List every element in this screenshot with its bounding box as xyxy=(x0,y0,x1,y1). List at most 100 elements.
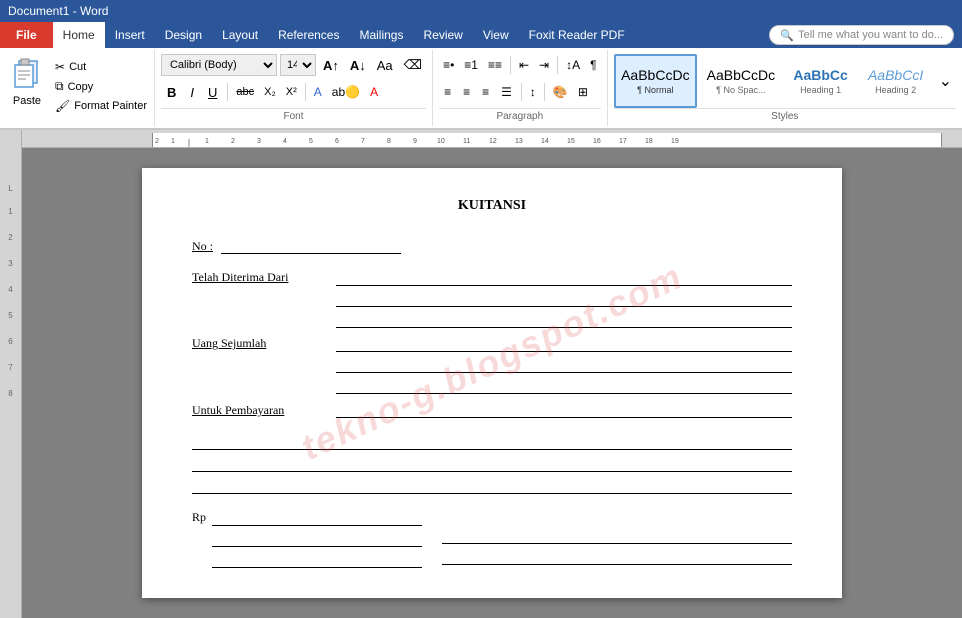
styles-row: AaBbCcDc ¶ Normal AaBbCcDc ¶ No Spac... … xyxy=(614,54,956,108)
svg-text:3: 3 xyxy=(257,138,261,145)
svg-text:1: 1 xyxy=(171,138,175,145)
cut-button[interactable]: ✂ Cut xyxy=(52,58,150,76)
strikethrough-button[interactable]: abc xyxy=(232,81,258,103)
style-h2-preview: AaBbCcI xyxy=(868,67,923,84)
font-row-1: Calibri (Body) 14 A↑ A↓ Aa ⌫ xyxy=(161,54,426,76)
ruler-mark-4: 4 xyxy=(8,276,12,302)
sort-button[interactable]: ↕A xyxy=(562,54,584,76)
svg-text:1: 1 xyxy=(205,138,209,145)
underline-button[interactable]: U xyxy=(202,81,223,103)
diterima-line-1 xyxy=(336,270,792,286)
style-h1-label: Heading 1 xyxy=(800,85,841,95)
bullets-button[interactable]: ≡• xyxy=(439,54,458,76)
menu-item-insert[interactable]: Insert xyxy=(105,22,155,48)
rp-lines xyxy=(212,510,422,568)
search-icon: 🔍 xyxy=(780,29,794,42)
svg-text:14: 14 xyxy=(541,138,549,145)
untuk-label: Untuk Pembayaran xyxy=(192,403,332,418)
italic-button[interactable]: I xyxy=(184,81,200,103)
menu-item-design[interactable]: Design xyxy=(155,22,212,48)
para-separator-1 xyxy=(510,56,511,74)
tell-me-text: Tell me what you want to do... xyxy=(798,29,943,41)
ruler-mark-l: L xyxy=(8,178,12,198)
diterima-line-2 xyxy=(336,291,792,307)
format-painter-button[interactable]: 🖌 Format Painter xyxy=(52,97,150,115)
menu-item-layout[interactable]: Layout xyxy=(212,22,268,48)
align-right-button[interactable]: ≡ xyxy=(477,81,494,103)
paragraph-group: ≡• ≡1 ≡≡ ⇤ ⇥ ↕A ¶ ≡ ≡ ≡ ☰ ↕ 🎨 ⊞ xyxy=(433,50,608,126)
menu-item-review[interactable]: Review xyxy=(413,22,472,48)
style-nospace-label: ¶ No Spac... xyxy=(716,85,765,95)
shading-button[interactable]: 🎨 xyxy=(549,81,572,103)
superscript-button[interactable]: X² xyxy=(282,81,301,103)
show-formatting-button[interactable]: ¶ xyxy=(586,54,600,76)
decrease-indent-button[interactable]: ⇤ xyxy=(515,54,533,76)
page-container: tekno-g.blogspot.com KUITANSI No : Telah… xyxy=(22,148,962,618)
tell-me-bar[interactable]: 🔍 Tell me what you want to do... xyxy=(769,25,954,45)
borders-button[interactable]: ⊞ xyxy=(574,81,592,103)
copy-button[interactable]: ⧉ Copy xyxy=(52,77,150,96)
multilevel-button[interactable]: ≡≡ xyxy=(484,54,506,76)
subscript-button[interactable]: X₂ xyxy=(260,81,280,103)
left-ruler: L 1 2 3 4 5 6 7 8 xyxy=(0,148,22,618)
style-no-spacing[interactable]: AaBbCcDc ¶ No Spac... xyxy=(700,54,782,108)
diterima-line-3 xyxy=(336,312,792,328)
cut-label: Cut xyxy=(69,61,86,73)
para-separator-4 xyxy=(544,83,545,101)
numbering-button[interactable]: ≡1 xyxy=(460,54,482,76)
menu-item-foxit[interactable]: Foxit Reader PDF xyxy=(519,22,635,48)
rp-line-1 xyxy=(212,510,422,526)
ruler-mark-5: 5 xyxy=(8,302,12,328)
style-normal-preview: AaBbCcDc xyxy=(621,67,689,84)
paragraph-row-2: ≡ ≡ ≡ ☰ ↕ 🎨 ⊞ xyxy=(439,81,601,103)
cut-icon: ✂ xyxy=(55,60,65,74)
paragraph-row-1: ≡• ≡1 ≡≡ ⇤ ⇥ ↕A ¶ xyxy=(439,54,601,76)
svg-text:17: 17 xyxy=(619,138,627,145)
ruler-mark-6: 6 xyxy=(8,328,12,354)
increase-indent-button[interactable]: ⇥ xyxy=(535,54,553,76)
styles-more-button[interactable]: ⌄ xyxy=(935,54,956,108)
menu-item-view[interactable]: View xyxy=(473,22,519,48)
align-left-button[interactable]: ≡ xyxy=(439,81,456,103)
text-effects-button[interactable]: A xyxy=(310,81,326,103)
svg-text:6: 6 xyxy=(335,138,339,145)
extra-lines-section xyxy=(192,434,792,494)
menu-item-home[interactable]: Home xyxy=(53,22,105,48)
font-group: Calibri (Body) 14 A↑ A↓ Aa ⌫ B I U abc X… xyxy=(155,50,433,126)
justify-button[interactable]: ☰ xyxy=(496,81,517,103)
rp-label: Rp xyxy=(192,510,206,525)
change-case-button[interactable]: Aa xyxy=(373,54,397,76)
paste-icon xyxy=(11,57,43,95)
paste-button[interactable]: Paste xyxy=(4,52,50,112)
rp-right-line-2 xyxy=(442,549,792,565)
align-center-button[interactable]: ≡ xyxy=(458,81,475,103)
svg-text:9: 9 xyxy=(413,138,417,145)
ruler: 2 1 1 2 3 4 5 6 7 8 9 10 11 12 13 14 15 … xyxy=(0,130,962,148)
menu-item-references[interactable]: References xyxy=(268,22,349,48)
font-size-select[interactable]: 14 xyxy=(280,54,316,76)
extra-line-2 xyxy=(192,456,792,472)
clear-format-button[interactable]: ⌫ xyxy=(400,54,426,76)
style-heading1[interactable]: AaBbCc Heading 1 xyxy=(785,54,857,108)
menu-item-mailings[interactable]: Mailings xyxy=(349,22,413,48)
font-color-button[interactable]: A xyxy=(366,81,382,103)
rp-right-lines xyxy=(442,510,792,565)
font-shrink-button[interactable]: A↓ xyxy=(346,54,370,76)
style-heading2[interactable]: AaBbCcI Heading 2 xyxy=(860,54,932,108)
ruler-bar: 2 1 1 2 3 4 5 6 7 8 9 10 11 12 13 14 15 … xyxy=(22,130,962,147)
svg-text:16: 16 xyxy=(593,138,601,145)
bold-button[interactable]: B xyxy=(161,81,182,103)
font-group-label: Font xyxy=(161,108,426,122)
style-normal[interactable]: AaBbCcDc ¶ Normal xyxy=(614,54,698,108)
clipboard-actions: ✂ Cut ⧉ Copy 🖌 Format Painter xyxy=(50,52,150,124)
text-highlight-button[interactable]: ab🟡 xyxy=(328,81,364,103)
ribbon-content: Paste ✂ Cut ⧉ Copy 🖌 Format Painter xyxy=(0,48,962,128)
line-spacing-button[interactable]: ↕ xyxy=(526,81,540,103)
paragraph-group-label: Paragraph xyxy=(439,108,601,122)
menu-item-file[interactable]: File xyxy=(0,22,53,48)
font-grow-button[interactable]: A↑ xyxy=(319,54,343,76)
ruler-mark-8: 8 xyxy=(8,380,12,406)
document-page[interactable]: tekno-g.blogspot.com KUITANSI No : Telah… xyxy=(142,168,842,598)
style-normal-label: ¶ Normal xyxy=(637,85,673,95)
font-name-select[interactable]: Calibri (Body) xyxy=(161,54,277,76)
